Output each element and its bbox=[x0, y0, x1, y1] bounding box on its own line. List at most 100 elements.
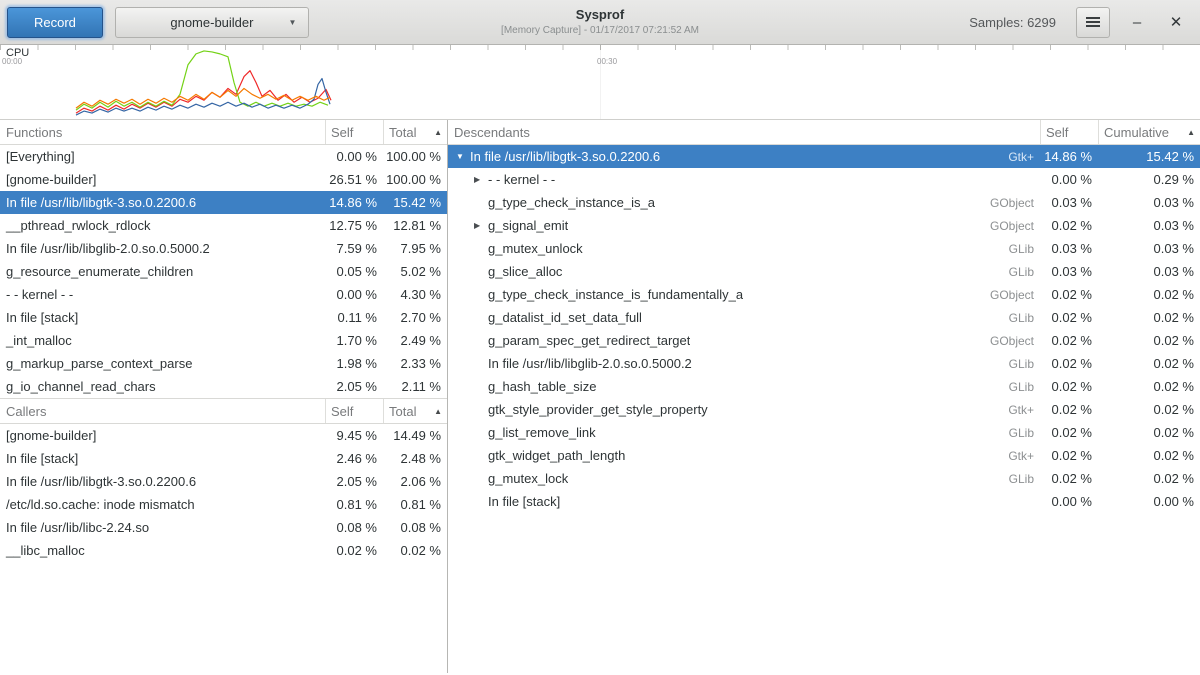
function-row[interactable]: [Everything] 0.00 % 100.00 % bbox=[0, 145, 447, 168]
callers-column-header[interactable]: Callers bbox=[0, 399, 325, 423]
function-row[interactable]: - - kernel - - 0.00 % 4.30 % bbox=[0, 283, 447, 306]
descendants-header-label: Descendants bbox=[454, 125, 530, 140]
caller-row[interactable]: __libc_malloc 0.02 % 0.02 % bbox=[0, 539, 447, 562]
descendant-name: g_slice_alloc bbox=[488, 264, 562, 279]
function-row[interactable]: In file /usr/lib/libgtk-3.so.0.2200.6 14… bbox=[0, 191, 447, 214]
library-badge: GObject bbox=[990, 288, 1034, 302]
total-percent: 100.00 % bbox=[383, 149, 447, 164]
function-row[interactable]: g_resource_enumerate_children 0.05 % 5.0… bbox=[0, 260, 447, 283]
function-row[interactable]: [gnome-builder] 26.51 % 100.00 % bbox=[0, 168, 447, 191]
descendant-row[interactable]: ▶ g_signal_emit GObject 0.02 % 0.03 % bbox=[448, 214, 1200, 237]
self-column-header[interactable]: Self bbox=[1040, 120, 1098, 144]
descendant-row[interactable]: In file /usr/lib/libglib-2.0.so.0.5000.2… bbox=[448, 352, 1200, 375]
descendant-row[interactable]: g_slice_alloc GLib 0.03 % 0.03 % bbox=[448, 260, 1200, 283]
self-percent: 0.02 % bbox=[1040, 379, 1098, 394]
function-row[interactable]: g_io_channel_read_chars 2.05 % 2.11 % bbox=[0, 375, 447, 398]
self-header-label: Self bbox=[1046, 125, 1068, 140]
time-tick-start: 00:00 bbox=[2, 57, 22, 66]
callers-header-label: Callers bbox=[6, 404, 46, 419]
cumulative-percent: 0.02 % bbox=[1098, 333, 1200, 348]
self-percent: 0.02 % bbox=[1040, 287, 1098, 302]
total-header-label: Total bbox=[389, 404, 416, 419]
descendant-row[interactable]: g_mutex_lock GLib 0.02 % 0.02 % bbox=[448, 467, 1200, 490]
close-button[interactable]: ✕ bbox=[1164, 8, 1188, 36]
caller-row[interactable]: In file /usr/lib/libgtk-3.so.0.2200.6 2.… bbox=[0, 470, 447, 493]
function-name: In file [stack] bbox=[0, 310, 325, 325]
descendant-name: g_mutex_unlock bbox=[488, 241, 583, 256]
total-percent: 2.49 % bbox=[383, 333, 447, 348]
descendant-row[interactable]: g_type_check_instance_is_fundamentally_a… bbox=[448, 283, 1200, 306]
callers-table: Callers Self Total ▲ [gnome-builder] bbox=[0, 398, 447, 562]
cumulative-percent: 0.02 % bbox=[1098, 356, 1200, 371]
self-column-header[interactable]: Self bbox=[325, 399, 383, 423]
descendant-row[interactable]: g_datalist_id_set_data_full GLib 0.02 % … bbox=[448, 306, 1200, 329]
self-percent: 2.05 % bbox=[325, 379, 383, 394]
function-row[interactable]: In file /usr/lib/libglib-2.0.so.0.5000.2… bbox=[0, 237, 447, 260]
descendant-row[interactable]: ▶ - - kernel - - 0.00 % 0.29 % bbox=[448, 168, 1200, 191]
expander-icon[interactable]: ▶ bbox=[472, 221, 488, 230]
descendant-row[interactable]: gtk_style_provider_get_style_property Gt… bbox=[448, 398, 1200, 421]
total-percent: 2.48 % bbox=[383, 451, 447, 466]
functions-table-header: Functions Self Total ▲ bbox=[0, 120, 447, 145]
window-subtitle: [Memory Capture] - 01/17/2017 07:21:52 A… bbox=[501, 25, 699, 37]
total-percent: 2.11 % bbox=[383, 379, 447, 394]
minimize-button[interactable]: – bbox=[1125, 8, 1149, 36]
total-percent: 4.30 % bbox=[383, 287, 447, 302]
descendant-row[interactable]: In file [stack] 0.00 % 0.00 % bbox=[448, 490, 1200, 513]
caller-row[interactable]: In file [stack] 2.46 % 2.48 % bbox=[0, 447, 447, 470]
self-percent: 26.51 % bbox=[325, 172, 383, 187]
self-percent: 1.70 % bbox=[325, 333, 383, 348]
descendant-row[interactable]: g_hash_table_size GLib 0.02 % 0.02 % bbox=[448, 375, 1200, 398]
self-percent: 0.00 % bbox=[325, 149, 383, 164]
self-percent: 0.00 % bbox=[1040, 494, 1098, 509]
total-percent: 2.06 % bbox=[383, 474, 447, 489]
caller-name: In file /usr/lib/libc-2.24.so bbox=[0, 520, 325, 535]
function-row[interactable]: In file [stack] 0.11 % 2.70 % bbox=[0, 306, 447, 329]
cpu-graph[interactable]: CPU 00:00 00:30 bbox=[0, 45, 1200, 120]
total-column-header[interactable]: Total ▲ bbox=[383, 399, 447, 423]
caller-row[interactable]: In file /usr/lib/libc-2.24.so 0.08 % 0.0… bbox=[0, 516, 447, 539]
self-header-label: Self bbox=[331, 404, 353, 419]
caller-row[interactable]: /etc/ld.so.cache: inode mismatch 0.81 % … bbox=[0, 493, 447, 516]
caller-row[interactable]: [gnome-builder] 9.45 % 14.49 % bbox=[0, 424, 447, 447]
callers-list: [gnome-builder] 9.45 % 14.49 % In file [… bbox=[0, 424, 447, 562]
self-percent: 0.02 % bbox=[325, 543, 383, 558]
library-badge: GLib bbox=[1009, 242, 1034, 256]
caller-name: __libc_malloc bbox=[0, 543, 325, 558]
function-row[interactable]: _int_malloc 1.70 % 2.49 % bbox=[0, 329, 447, 352]
function-name: - - kernel - - bbox=[0, 287, 325, 302]
total-column-header[interactable]: Total ▲ bbox=[383, 120, 447, 144]
function-row[interactable]: __pthread_rwlock_rdlock 12.75 % 12.81 % bbox=[0, 214, 447, 237]
descendant-name: g_type_check_instance_is_a bbox=[488, 195, 655, 210]
total-percent: 2.70 % bbox=[383, 310, 447, 325]
sysprof-window: Record gnome-builder ▼ Sysprof [Memory C… bbox=[0, 0, 1200, 673]
library-badge: GLib bbox=[1009, 380, 1034, 394]
caller-name: In file [stack] bbox=[0, 451, 325, 466]
descendant-name: g_mutex_lock bbox=[488, 471, 568, 486]
samples-count: Samples: 6299 bbox=[969, 15, 1056, 30]
process-selector-dropdown[interactable]: gnome-builder ▼ bbox=[115, 7, 309, 38]
descendant-row[interactable]: g_list_remove_link GLib 0.02 % 0.02 % bbox=[448, 421, 1200, 444]
cumulative-column-header[interactable]: Cumulative ▲ bbox=[1098, 120, 1200, 144]
self-percent: 0.05 % bbox=[325, 264, 383, 279]
descendant-row[interactable]: g_param_spec_get_redirect_target GObject… bbox=[448, 329, 1200, 352]
expander-icon[interactable]: ▶ bbox=[472, 175, 488, 184]
expander-icon[interactable]: ▼ bbox=[454, 152, 470, 161]
function-row[interactable]: g_markup_parse_context_parse 1.98 % 2.33… bbox=[0, 352, 447, 375]
descendant-row[interactable]: g_type_check_instance_is_a GObject 0.03 … bbox=[448, 191, 1200, 214]
self-percent: 0.02 % bbox=[1040, 402, 1098, 417]
self-percent: 7.59 % bbox=[325, 241, 383, 256]
functions-column-header[interactable]: Functions bbox=[0, 120, 325, 144]
descendant-row[interactable]: g_mutex_unlock GLib 0.03 % 0.03 % bbox=[448, 237, 1200, 260]
self-percent: 14.86 % bbox=[325, 195, 383, 210]
function-name: [gnome-builder] bbox=[0, 172, 325, 187]
self-percent: 0.00 % bbox=[1040, 172, 1098, 187]
descendants-column-header[interactable]: Descendants bbox=[448, 120, 1040, 144]
descendant-name: In file /usr/lib/libgtk-3.so.0.2200.6 bbox=[470, 149, 660, 164]
menu-button[interactable] bbox=[1076, 7, 1110, 38]
record-button[interactable]: Record bbox=[7, 7, 103, 38]
cumulative-percent: 0.00 % bbox=[1098, 494, 1200, 509]
self-column-header[interactable]: Self bbox=[325, 120, 383, 144]
descendant-row[interactable]: gtk_widget_path_length Gtk+ 0.02 % 0.02 … bbox=[448, 444, 1200, 467]
descendant-row[interactable]: ▼ In file /usr/lib/libgtk-3.so.0.2200.6 … bbox=[448, 145, 1200, 168]
